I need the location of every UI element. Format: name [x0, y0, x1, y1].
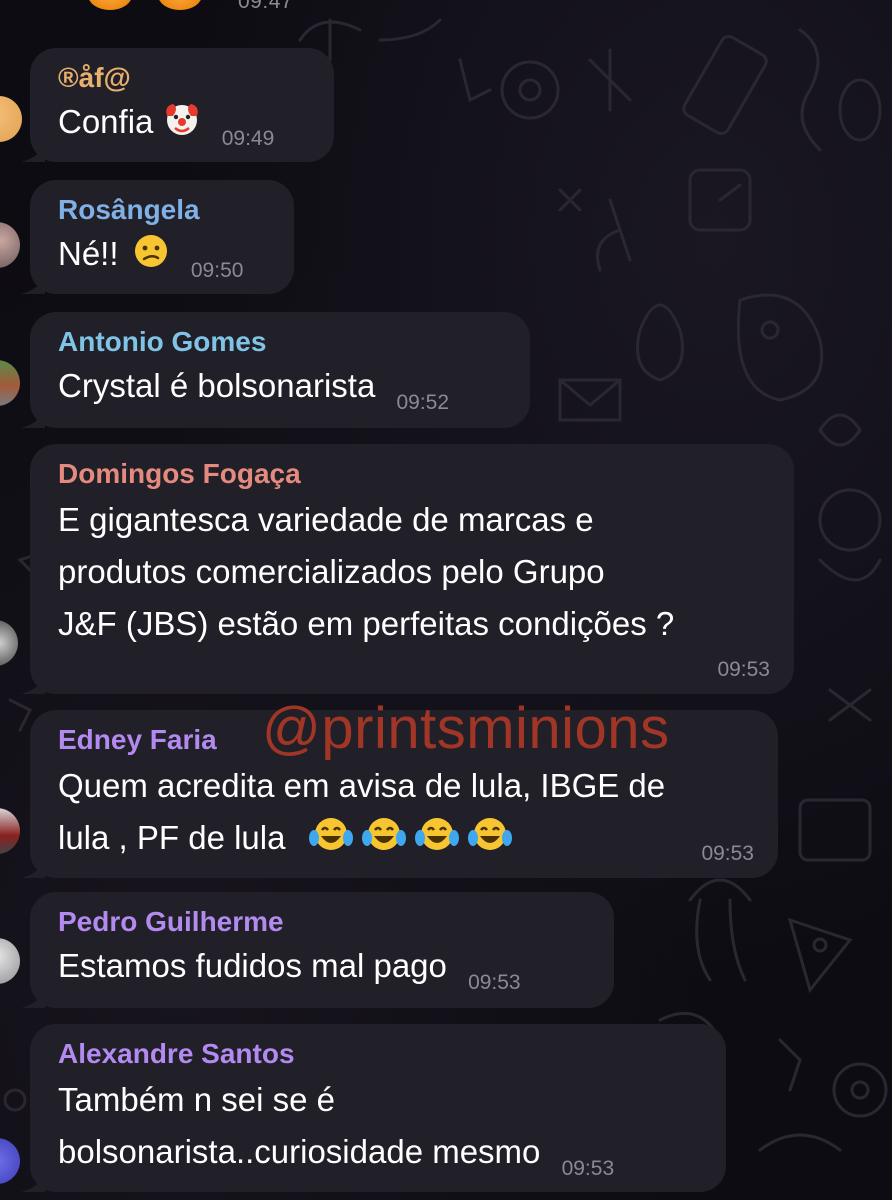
message-sender[interactable]: ®åf@	[58, 62, 310, 94]
bubble-tail	[21, 856, 45, 878]
message-bubble[interactable]: Alexandre Santos Também n sei se é bolso…	[21, 1024, 726, 1195]
confused-face-icon	[132, 232, 170, 285]
bubble-tail	[21, 272, 45, 294]
avatar[interactable]	[0, 1138, 20, 1184]
partial-emoji-icon	[158, 0, 202, 10]
message-text-content: Estamos fudidos mal pago	[58, 947, 447, 984]
message-line: lula , PF de lula	[58, 819, 286, 856]
message-text: E gigantesca variedade de marcas e produ…	[58, 494, 770, 650]
message-time: 09:53	[717, 658, 770, 681]
message-time: 09:53	[561, 1157, 615, 1180]
message-line: produtos comercializados pelo Grupo	[58, 553, 605, 590]
message-bubble[interactable]: Antonio Gomes Crystal é bolsonarista 09:…	[21, 312, 530, 429]
message-time: 09:49	[221, 127, 275, 150]
watermark: @printsminions	[262, 696, 670, 761]
message-time: 09:53	[701, 842, 754, 865]
message-text-content: Confia	[58, 103, 154, 140]
message-sender[interactable]: Rosângela	[58, 194, 270, 226]
avatar[interactable]	[0, 222, 20, 268]
message-time: 09:53	[468, 971, 521, 994]
message-line: Quem acredita em avisa de lula, IBGE de	[58, 767, 666, 804]
message-sender[interactable]: Domingos Fogaça	[58, 458, 770, 490]
message-line-with-emoji: lula , PF de lula	[58, 812, 754, 869]
chat-screen: 09:47 ®åf@ Confia 09:49 Rosângela Né!! 0…	[0, 0, 892, 1200]
avatar[interactable]	[0, 360, 20, 406]
message-bubble[interactable]: Domingos Fogaça E gigantesca variedade d…	[21, 444, 794, 694]
bubble-tail	[21, 140, 45, 162]
message-bubble[interactable]: Rosângela Né!! 09:50	[21, 180, 294, 297]
bubble-tail	[21, 1170, 45, 1192]
tears-of-joy-icon	[414, 814, 459, 869]
previous-message-time: 09:47	[238, 0, 294, 13]
avatar[interactable]	[0, 620, 18, 666]
bubble-tail	[21, 406, 45, 428]
avatar[interactable]	[0, 808, 20, 854]
avatar[interactable]	[0, 96, 22, 142]
message-line: bolsonarista..curiosidade mesmo	[58, 1133, 541, 1170]
message-text-content: Crystal é bolsonarista	[58, 367, 376, 404]
message-bubble[interactable]: Pedro Guilherme Estamos fudidos mal pago…	[21, 892, 614, 1009]
message-time: 09:50	[190, 259, 244, 282]
message-text: Estamos fudidos mal pago 09:53	[58, 940, 590, 1009]
tears-of-joy-icon	[308, 814, 353, 869]
avatar[interactable]	[0, 938, 20, 984]
message-sender[interactable]: Alexandre Santos	[58, 1038, 702, 1070]
message-line: Também n sei se é	[58, 1081, 335, 1118]
message-text-content: Né!!	[58, 235, 119, 272]
message-text: Confia 09:49	[58, 96, 310, 165]
message-time: 09:52	[396, 391, 450, 414]
tears-of-joy-icon	[468, 814, 513, 869]
message-line: E gigantesca variedade de marcas e	[58, 501, 594, 538]
clown-face-icon	[163, 100, 201, 153]
message-sender[interactable]: Antonio Gomes	[58, 326, 506, 358]
message-sender[interactable]: Pedro Guilherme	[58, 906, 590, 938]
bubble-tail	[21, 986, 45, 1008]
bubble-tail	[21, 672, 45, 694]
message-text: Né!! 09:50	[58, 228, 270, 297]
partial-emoji-icon	[88, 0, 132, 10]
message-bubble[interactable]: ®åf@ Confia 09:49	[21, 48, 334, 165]
message-text: Quem acredita em avisa de lula, IBGE de …	[58, 760, 754, 869]
message-text: Crystal é bolsonarista 09:52	[58, 360, 506, 429]
message-line: J&F (JBS) estão em perfeitas condições ?	[58, 605, 675, 642]
message-text: Também n sei se é bolsonarista..curiosid…	[58, 1074, 702, 1195]
message-line-with-time: bolsonarista..curiosidade mesmo 09:53	[58, 1126, 702, 1195]
tears-of-joy-icon	[361, 814, 406, 869]
